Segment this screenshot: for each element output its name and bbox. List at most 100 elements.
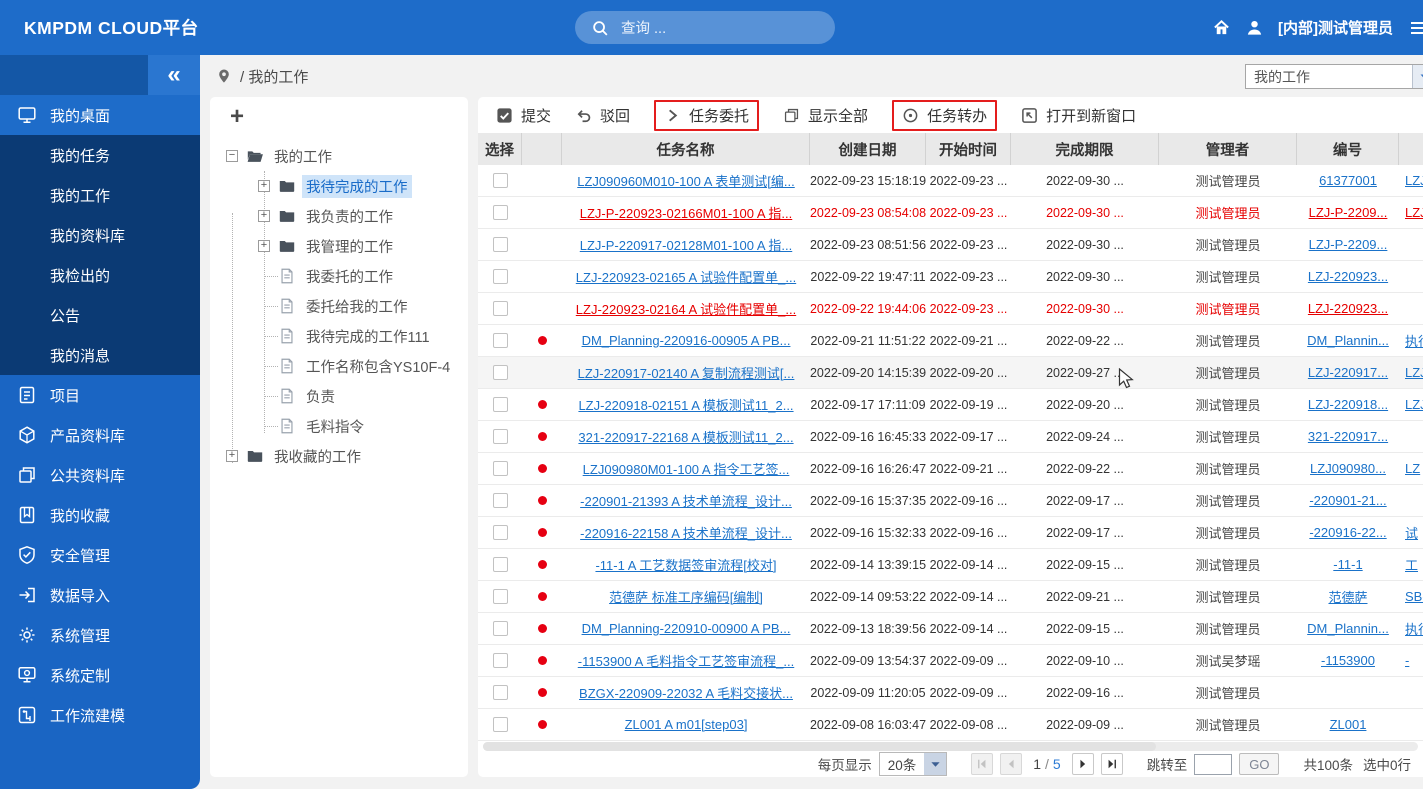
toolbar-button-提交[interactable]: 提交 — [496, 105, 551, 126]
prev-page-button[interactable] — [1000, 753, 1023, 775]
task-code-link[interactable]: LZJ-220923... — [1308, 301, 1388, 316]
tree-node-label[interactable]: 毛料指令 — [302, 415, 368, 438]
toolbar-button-打开到新窗口[interactable]: 打开到新窗口 — [1021, 105, 1136, 126]
task-code-link[interactable]: -220901-21... — [1309, 493, 1386, 508]
column-header-任务名称[interactable]: 任务名称 — [562, 133, 810, 165]
toolbar-button-任务委托[interactable]: 任务委托 — [654, 99, 760, 131]
chevron-down-icon[interactable] — [924, 753, 947, 775]
sidebar-item-系统定制[interactable]: 系统定制 — [0, 655, 200, 695]
row-checkbox[interactable] — [492, 397, 508, 412]
tree-node-负责[interactable]: 负责 — [210, 381, 468, 411]
row-checkbox[interactable] — [492, 237, 508, 252]
task-code-link[interactable]: 范德萨 — [1328, 587, 1367, 606]
task-code-link[interactable]: LZJ-P-2209... — [1309, 237, 1388, 252]
tree-node-label[interactable]: 负责 — [302, 385, 339, 408]
task-name-link[interactable]: LZJ090980M01-100 A 指令工艺签... — [583, 459, 790, 478]
task-name-link[interactable]: LZJ-220923-02165 A 试验件配置单_... — [576, 267, 796, 286]
row-checkbox[interactable] — [492, 269, 508, 284]
related-object-link[interactable]: LZJ — [1405, 205, 1423, 220]
column-header-blank[interactable] — [1399, 133, 1423, 165]
tree-node-我委托的工作[interactable]: 我委托的工作 — [210, 261, 468, 291]
related-object-link[interactable]: 执行 — [1405, 619, 1423, 638]
horizontal-scrollbar[interactable] — [483, 742, 1418, 751]
sidebar-item-工作流建模[interactable]: 工作流建模 — [0, 695, 200, 735]
tree-node-我待完成的工作[interactable]: + 我待完成的工作 — [210, 171, 468, 201]
scrollbar-thumb[interactable] — [483, 742, 1157, 751]
column-header-选择[interactable]: 选择 — [478, 133, 522, 165]
task-code-link[interactable]: -11-1 — [1333, 557, 1362, 572]
task-name-link[interactable]: BZGX-220909-22032 A 毛料交接状... — [579, 683, 793, 702]
row-checkbox[interactable] — [492, 333, 508, 348]
task-code-link[interactable]: -1153900 — [1321, 653, 1375, 668]
menu-icon[interactable] — [1407, 18, 1423, 38]
global-search-input[interactable]: 查询 ... — [575, 11, 835, 44]
next-page-button[interactable] — [1071, 753, 1094, 775]
tree-node-label[interactable]: 我负责的工作 — [302, 205, 397, 228]
related-object-link[interactable]: 工 — [1405, 555, 1418, 574]
related-object-link[interactable]: LZJ — [1405, 173, 1423, 188]
row-checkbox[interactable] — [492, 205, 508, 220]
task-code-link[interactable]: LZJ-220918... — [1308, 397, 1388, 412]
user-icon[interactable] — [1245, 18, 1264, 37]
row-checkbox[interactable] — [492, 173, 508, 188]
first-page-button[interactable] — [971, 753, 994, 775]
row-checkbox[interactable] — [492, 653, 508, 668]
task-code-link[interactable]: -220916-22... — [1309, 525, 1386, 540]
sidebar-item-我的任务[interactable]: 我的任务 — [0, 135, 200, 175]
task-name-link[interactable]: DM_Planning-220910-00900 A PB... — [582, 621, 791, 636]
sidebar-item-产品资料库[interactable]: 产品资料库 — [0, 415, 200, 455]
task-name-link[interactable]: -220901-21393 A 技术单流程_设计... — [580, 491, 792, 510]
row-checkbox[interactable] — [492, 525, 508, 540]
sidebar-item-我的工作[interactable]: 我的工作 — [0, 175, 200, 215]
row-checkbox[interactable] — [492, 717, 508, 732]
task-code-link[interactable]: LZJ090980... — [1310, 461, 1386, 476]
tree-node-我的工作[interactable]: − 我的工作 — [210, 141, 468, 171]
sidebar-collapse-button[interactable]: « — [148, 55, 200, 95]
task-code-link[interactable]: ZL001 — [1330, 717, 1367, 732]
sidebar-item-我检出的[interactable]: 我检出的 — [0, 255, 200, 295]
task-code-link[interactable]: 321-220917... — [1308, 429, 1388, 444]
sidebar-item-安全管理[interactable]: 安全管理 — [0, 535, 200, 575]
related-object-link[interactable]: 试 — [1405, 523, 1418, 542]
tree-node-毛料指令[interactable]: 毛料指令 — [210, 411, 468, 441]
expand-expander-icon[interactable]: + — [258, 180, 270, 192]
task-name-link[interactable]: 范德萨 标准工序编码[编制] — [609, 587, 763, 606]
task-name-link[interactable]: LZJ-220923-02164 A 试验件配置单_... — [576, 299, 796, 318]
task-name-link[interactable]: LZJ090960M010-100 A 表单测试[编... — [577, 171, 795, 190]
current-user-label[interactable]: [内部]测试管理员 — [1278, 17, 1393, 38]
toolbar-button-任务转办[interactable]: 任务转办 — [892, 99, 998, 131]
expand-expander-icon[interactable]: + — [258, 240, 270, 252]
tree-node-委托给我的工作[interactable]: 委托给我的工作 — [210, 291, 468, 321]
sidebar-item-我的消息[interactable]: 我的消息 — [0, 335, 200, 375]
tree-node-label[interactable]: 我管理的工作 — [302, 235, 397, 258]
sidebar-item-公共资料库[interactable]: 公共资料库 — [0, 455, 200, 495]
sidebar-item-数据导入[interactable]: 数据导入 — [0, 575, 200, 615]
tree-node-我管理的工作[interactable]: + 我管理的工作 — [210, 231, 468, 261]
task-code-link[interactable]: LZJ-220923... — [1308, 269, 1388, 284]
task-code-link[interactable]: DM_Plannin... — [1307, 621, 1389, 636]
row-checkbox[interactable] — [492, 461, 508, 476]
task-name-link[interactable]: -1153900 A 毛料指令工艺签审流程_... — [578, 651, 795, 670]
sidebar-item-我的收藏[interactable]: 我的收藏 — [0, 495, 200, 535]
add-node-button[interactable]: + — [230, 105, 244, 129]
task-code-link[interactable]: DM_Plannin... — [1307, 333, 1389, 348]
view-selector-dropdown[interactable]: 我的工作 — [1245, 64, 1423, 89]
tree-node-我待完成的工作111[interactable]: 我待完成的工作111 — [210, 321, 468, 351]
task-name-link[interactable]: DM_Planning-220916-00905 A PB... — [582, 333, 791, 348]
task-name-link[interactable]: LZJ-P-220923-02166M01-100 A 指... — [580, 203, 792, 222]
column-header-编号[interactable]: 编号 — [1297, 133, 1399, 165]
related-object-link[interactable]: SB- — [1405, 589, 1423, 604]
tree-node-我收藏的工作[interactable]: + 我收藏的工作 — [210, 441, 468, 471]
task-name-link[interactable]: LZJ-P-220917-02128M01-100 A 指... — [580, 235, 792, 254]
collapse-expander-icon[interactable]: − — [226, 150, 238, 162]
sidebar-item-公告[interactable]: 公告 — [0, 295, 200, 335]
tree-node-label[interactable]: 委托给我的工作 — [302, 295, 412, 318]
task-code-link[interactable]: 61377001 — [1319, 173, 1377, 188]
task-name-link[interactable]: -11-1 A 工艺数据签审流程[校对] — [595, 555, 776, 574]
expand-expander-icon[interactable]: + — [226, 450, 238, 462]
tree-node-我负责的工作[interactable]: + 我负责的工作 — [210, 201, 468, 231]
related-object-link[interactable]: LZJ — [1405, 365, 1423, 380]
row-checkbox[interactable] — [492, 301, 508, 316]
related-object-link[interactable]: 执行 — [1405, 331, 1423, 350]
go-button[interactable]: GO — [1239, 753, 1280, 775]
